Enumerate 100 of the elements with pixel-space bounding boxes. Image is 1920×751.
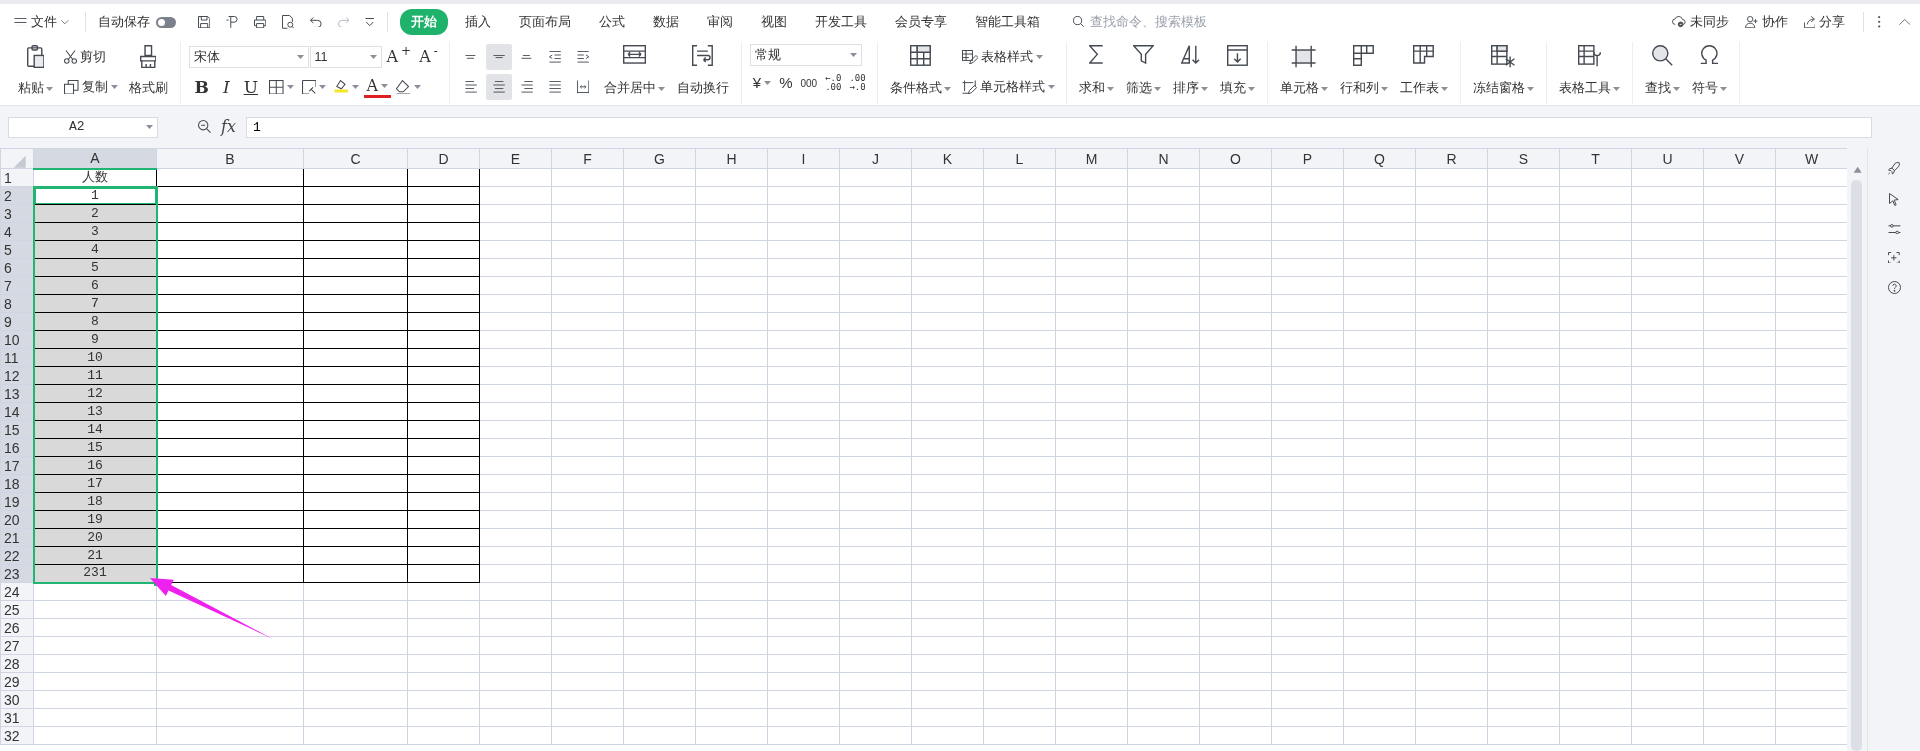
print-preview-icon[interactable] <box>281 15 295 29</box>
find-button[interactable]: 查找 <box>1640 42 1684 100</box>
column-header[interactable]: V <box>1703 148 1776 169</box>
rows-columns-button[interactable]: 行和列 <box>1335 42 1392 100</box>
more-options-icon[interactable] <box>1878 16 1881 28</box>
fill-down-button[interactable]: 填充 <box>1215 42 1259 100</box>
currency-button[interactable]: ¥ <box>749 70 775 96</box>
fill-down-icon <box>1226 45 1248 66</box>
worksheet-button[interactable]: 工作表 <box>1395 42 1452 100</box>
ribbon-tab[interactable]: 数据 <box>641 9 690 35</box>
column-header[interactable]: N <box>1127 148 1200 169</box>
increase-decimal-button[interactable]: ←.0 .00 <box>822 70 845 96</box>
crop-icon[interactable] <box>1888 251 1900 264</box>
number-format-select[interactable]: 常规 <box>749 44 862 66</box>
column-header[interactable]: J <box>839 148 912 169</box>
bold-button[interactable]: B <box>188 74 215 100</box>
undo-icon[interactable] <box>310 16 322 28</box>
sum-button[interactable]: 求和 <box>1074 42 1118 100</box>
column-header[interactable]: L <box>983 148 1056 169</box>
column-header[interactable]: K <box>911 148 984 169</box>
font-name-select[interactable]: 宋体 <box>188 46 309 68</box>
pattern-fill-icon <box>301 79 317 95</box>
more-icon[interactable] <box>365 17 375 27</box>
ribbon-tab[interactable]: 审阅 <box>695 9 744 35</box>
column-header[interactable]: Q <box>1343 148 1416 169</box>
paste-button[interactable]: 粘贴 <box>14 42 57 100</box>
name-box[interactable]: A2 <box>8 116 158 138</box>
sliders-icon[interactable] <box>1887 223 1901 234</box>
format-painter-icon <box>139 45 157 69</box>
command-search-field[interactable]: 查找命令、搜索模板 <box>1088 11 1239 33</box>
column-header[interactable]: F <box>551 148 624 169</box>
format-painter-button[interactable]: 格式刷 <box>124 42 172 100</box>
file-menu-button[interactable]: 文件 <box>10 10 73 34</box>
freeze-panes-icon <box>1491 45 1516 69</box>
save-icon[interactable] <box>197 15 210 29</box>
column-header[interactable]: I <box>767 148 840 169</box>
column-header[interactable]: S <box>1487 148 1560 169</box>
align-middle-button[interactable] <box>485 44 512 70</box>
ribbon-tab[interactable]: 视图 <box>749 9 798 35</box>
column-header[interactable]: R <box>1415 148 1488 169</box>
column-header[interactable]: G <box>623 148 696 169</box>
freeze-panes-button[interactable]: 冻结窗格 <box>1468 42 1538 100</box>
caret-icon <box>413 85 421 89</box>
column-header[interactable]: P <box>1271 148 1344 169</box>
conditional-format-button[interactable]: 条件格式 <box>885 42 955 100</box>
rocket-icon[interactable] <box>1888 162 1900 175</box>
font-color-button[interactable]: A <box>363 76 392 98</box>
grow-font-button[interactable]: A$^{+}$ <box>383 44 415 70</box>
merge-cells-button[interactable]: 合并居中 <box>599 42 669 100</box>
column-header[interactable]: E <box>479 148 552 169</box>
collapse-icon[interactable] <box>1898 18 1910 26</box>
align-center-button[interactable] <box>485 74 512 100</box>
column-header[interactable]: B <box>156 148 304 169</box>
share-button[interactable]: 分享 <box>1799 10 1850 34</box>
underline-button[interactable]: U <box>237 74 264 100</box>
pointer-icon[interactable] <box>1889 192 1899 206</box>
help-icon[interactable] <box>1887 281 1901 295</box>
copy-button[interactable]: 复制 <box>61 74 121 100</box>
column-header[interactable]: M <box>1055 148 1128 169</box>
column-header[interactable]: D <box>407 148 480 169</box>
column-header[interactable]: U <box>1631 148 1704 169</box>
increase-indent-icon <box>576 51 589 63</box>
table-tools-button[interactable]: 表格工具 <box>1554 42 1624 100</box>
column-header[interactable]: C <box>303 148 408 169</box>
ribbon-tab[interactable]: 插入 <box>453 9 502 35</box>
zoom-icon <box>198 120 212 134</box>
percent-button[interactable]: % <box>776 70 796 96</box>
ribbon-tab[interactable]: 公式 <box>587 9 636 35</box>
merge-cells-icon <box>622 45 646 64</box>
wrap-text-button[interactable]: 自动换行 <box>672 42 733 100</box>
column-header[interactable]: A <box>33 148 157 169</box>
sort-button[interactable]: 排序 <box>1168 42 1212 100</box>
collaborate-button[interactable]: 协作 <box>1740 10 1792 34</box>
filter-button[interactable]: 筛选 <box>1121 42 1165 100</box>
column-header[interactable]: W <box>1775 148 1848 169</box>
ribbon-tab[interactable]: 页面布局 <box>507 9 582 35</box>
sync-status-button[interactable]: 未同步 <box>1668 10 1733 34</box>
highlight-icon <box>334 80 349 94</box>
cell-style-button[interactable]: 单元格样式 <box>958 74 1058 100</box>
ribbon-tab[interactable]: 开发工具 <box>803 9 878 35</box>
decrease-decimal-button[interactable]: .00 →.0 <box>846 70 869 96</box>
ribbon-tab[interactable]: 会员专享 <box>883 9 958 35</box>
ribbon-tab[interactable]: 智能工具箱 <box>963 9 1051 35</box>
column-header[interactable]: H <box>695 148 768 169</box>
table-style-button[interactable]: 表格样式 <box>958 44 1058 70</box>
italic-button[interactable]: I <box>216 74 236 100</box>
shrink-font-button[interactable]: A$^{-}$ <box>416 44 441 70</box>
print-icon[interactable] <box>253 15 266 29</box>
thousands-button[interactable]: 000 <box>797 70 821 96</box>
symbol-button[interactable]: 符号 <box>1687 42 1731 100</box>
cell-button[interactable]: 单元格 <box>1275 42 1332 100</box>
scissors-button[interactable]: 剪切 <box>61 44 121 70</box>
eraser-icon <box>396 79 411 95</box>
column-header[interactable]: O <box>1199 148 1272 169</box>
person-add-icon <box>1744 15 1758 29</box>
formula-field[interactable]: 1 <box>246 116 1872 138</box>
autosave-toggle[interactable] <box>155 16 176 28</box>
font-size-select[interactable]: 11 <box>309 46 382 68</box>
format-icon[interactable] <box>225 15 238 29</box>
column-header[interactable]: T <box>1559 148 1632 169</box>
